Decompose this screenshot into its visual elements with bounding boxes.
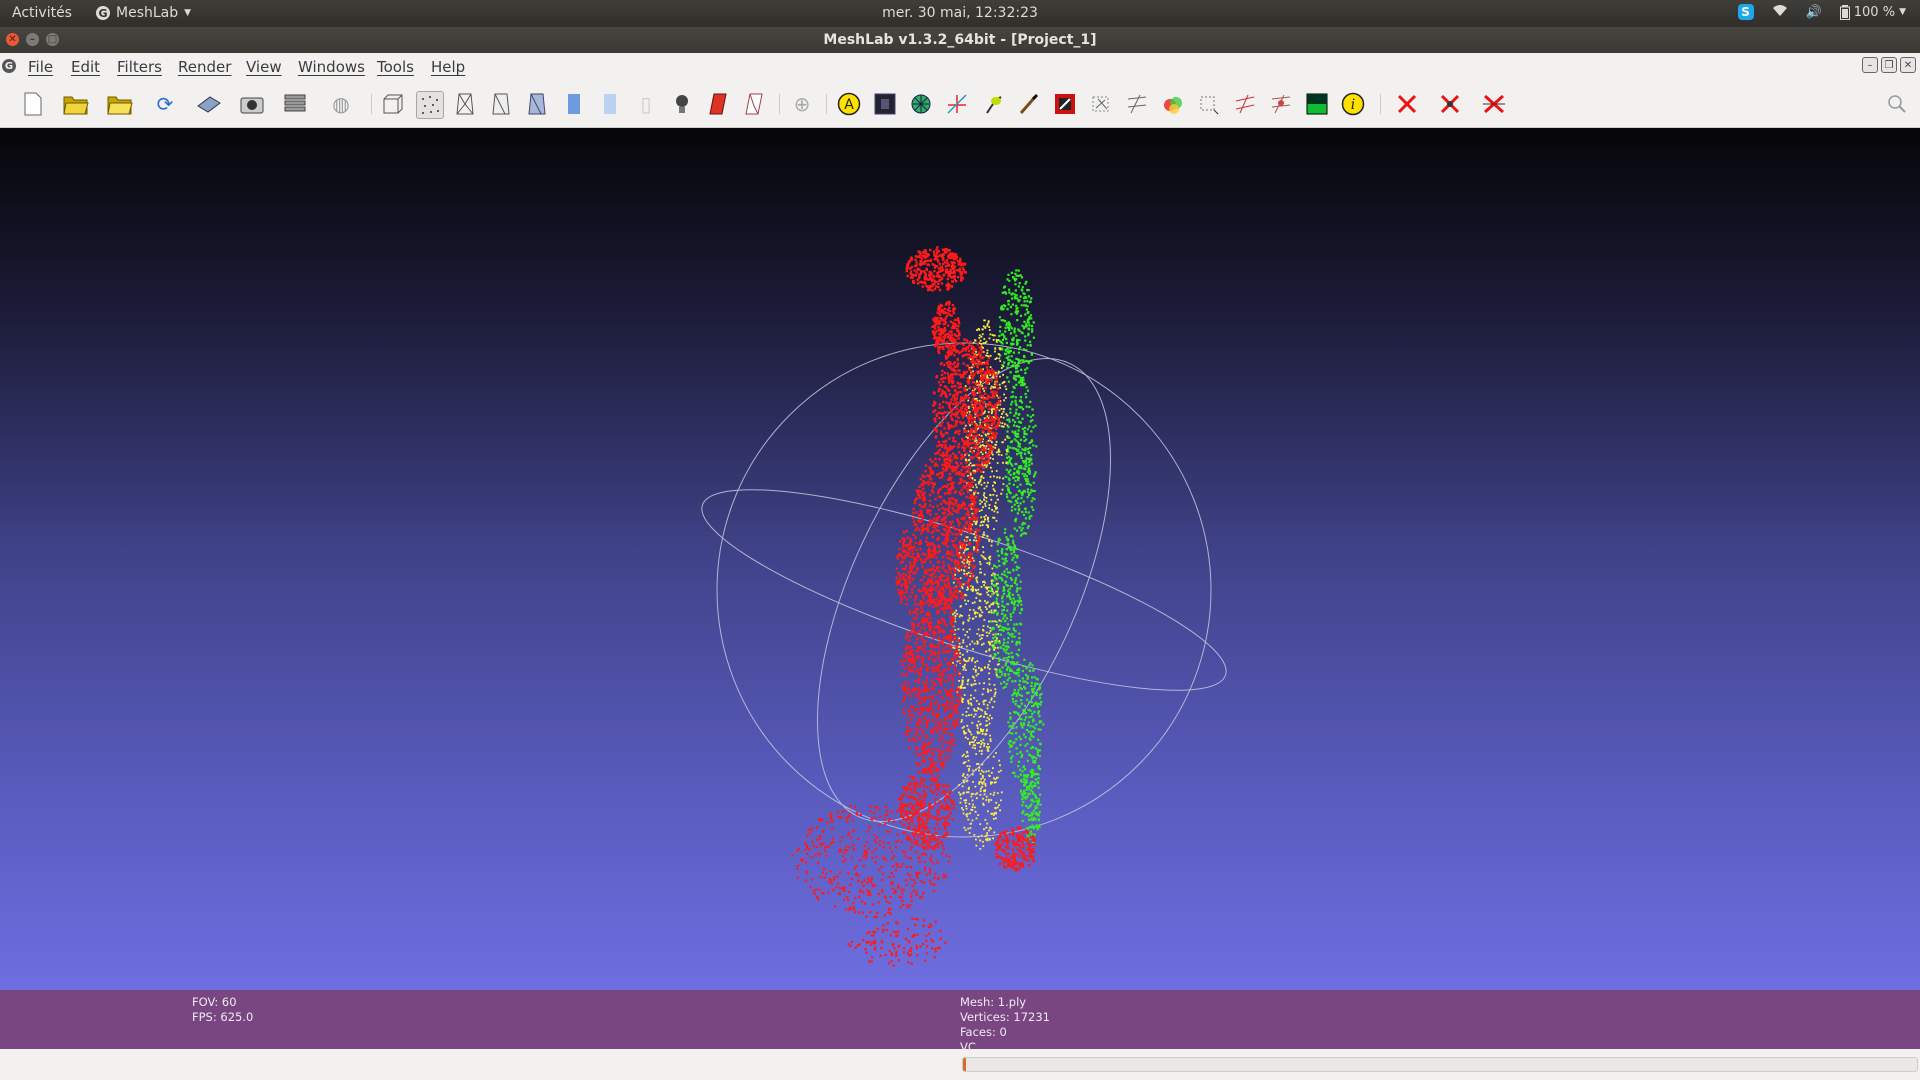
search-icon[interactable] [1884, 91, 1910, 117]
main-toolbar: ⟳ ◍ ▯ ⊕ A i [0, 80, 1920, 128]
minimize-window-button[interactable]: – [26, 33, 39, 46]
toolbar-separator [826, 94, 827, 114]
light-icon[interactable] [669, 91, 695, 117]
vc-label: VC [960, 1040, 976, 1049]
backface-icon[interactable] [741, 91, 767, 117]
menu-tools[interactable]: Tools [377, 58, 414, 76]
info-icon[interactable]: i [1340, 91, 1366, 117]
new-document-icon[interactable] [20, 91, 46, 117]
app-menu-label: MeshLab [116, 5, 179, 21]
fancy-lighting-icon[interactable] [705, 91, 731, 117]
meshlab-logo-icon: G [2, 59, 16, 73]
window-title-bar: ✕ – □ MeshLab v1.3.2_64bit - [Project_1] [0, 27, 1920, 53]
menu-bar: G File Edit Filters Render View Windows … [0, 53, 1920, 80]
menu-view[interactable]: View [246, 58, 282, 76]
app-menu[interactable]: G MeshLab ▼ [96, 5, 191, 21]
chevron-down-icon: ▼ [184, 8, 192, 18]
progress-bar-fill [963, 1058, 966, 1071]
menu-render[interactable]: Render [178, 58, 231, 76]
battery-label: 100 % [1853, 4, 1896, 20]
delete-faces-icon[interactable] [1394, 91, 1420, 117]
skype-icon[interactable]: S [1737, 4, 1754, 20]
flat-lines-icon[interactable] [524, 91, 550, 117]
chevron-down-icon: ▼ [1899, 7, 1906, 17]
menu-edit[interactable]: Edit [71, 58, 100, 76]
hidden-lines-icon[interactable] [488, 91, 514, 117]
toolbar-separator [371, 94, 372, 114]
align-icon[interactable] [1196, 91, 1222, 117]
save-icon[interactable] [196, 91, 222, 117]
3d-viewport[interactable] [0, 128, 1920, 990]
system-top-bar: Activités G MeshLab ▼ mer. 30 mai, 12:32… [0, 0, 1920, 27]
open-project-icon[interactable] [63, 91, 89, 117]
point-cloud [791, 246, 1045, 967]
point-cloud-scene [701, 246, 1227, 967]
window-title: MeshLab v1.3.2_64bit - [Project_1] [823, 32, 1097, 48]
toolbar-separator [779, 94, 780, 114]
points-icon[interactable] [416, 91, 444, 119]
clock[interactable]: mer. 30 mai, 12:32:23 [0, 5, 1920, 21]
pick-points-icon[interactable] [980, 91, 1006, 117]
fov-label: FOV: 60 [192, 995, 237, 1009]
measure-mesh-icon[interactable] [908, 91, 934, 117]
delete-all-icon[interactable] [1481, 91, 1507, 117]
globe-icon[interactable]: ◍ [328, 91, 354, 117]
close-window-button[interactable]: ✕ [6, 33, 19, 46]
battery-icon [1839, 4, 1850, 20]
raster-icon[interactable] [872, 91, 898, 117]
meshlab-app-icon: G [96, 6, 110, 20]
delete-vertices-icon[interactable] [1437, 91, 1463, 117]
svg-text:A: A [844, 97, 854, 113]
info-panel: FOV: 60 FPS: 625.0 Mesh: 1.ply Vertices:… [0, 990, 1920, 1049]
quality-icon[interactable] [1304, 91, 1330, 117]
texture-icon[interactable]: ▯ [633, 91, 659, 117]
reference-icon[interactable] [1268, 91, 1294, 117]
info-left: FOV: 60 FPS: 625.0 [192, 995, 253, 1025]
fps-label: FPS: 625.0 [192, 1010, 254, 1024]
snapshot-icon[interactable] [239, 91, 265, 117]
menu-file[interactable]: File [28, 58, 53, 76]
paint-icon[interactable] [1016, 91, 1042, 117]
faces-label: Faces: 0 [960, 1025, 1007, 1039]
menu-help[interactable]: Help [431, 58, 465, 76]
mdi-minimize-icon[interactable]: – [1862, 57, 1878, 73]
select-vertices-icon[interactable] [1088, 91, 1114, 117]
select-connected-icon[interactable] [1124, 91, 1150, 117]
toolbar-separator [1380, 94, 1381, 114]
flat-icon[interactable] [561, 91, 587, 117]
menu-windows[interactable]: Windows [298, 58, 365, 76]
texture-paint-icon[interactable] [1052, 91, 1078, 117]
progress-bar [962, 1057, 1918, 1072]
mdi-restore-icon[interactable]: ❐ [1881, 57, 1897, 73]
maximize-window-button[interactable]: □ [46, 33, 59, 46]
bounding-box-icon[interactable] [380, 91, 406, 117]
wireframe-icon[interactable] [452, 91, 478, 117]
reload-icon[interactable]: ⟳ [152, 91, 178, 117]
info-right: Mesh: 1.ply Vertices: 17231 Faces: 0 VC [960, 995, 1050, 1049]
mdi-controls: – ❐ ✕ [1862, 57, 1916, 73]
manipulate-icon[interactable] [1232, 91, 1258, 117]
wifi-icon[interactable] [1772, 3, 1788, 21]
status-bar [0, 1049, 1920, 1080]
trackball-icon[interactable]: ⊕ [789, 91, 815, 117]
svg-text:i: i [1351, 97, 1355, 113]
vertices-label: Vertices: 17231 [960, 1010, 1050, 1024]
volume-icon[interactable]: 🔊 [1806, 5, 1822, 20]
battery-menu[interactable]: 100 % ▼ [1839, 4, 1906, 20]
layers-icon[interactable] [282, 91, 308, 117]
open-folder-icon[interactable] [107, 91, 133, 117]
menu-filters[interactable]: Filters [117, 58, 162, 76]
mdi-close-icon[interactable]: ✕ [1900, 57, 1916, 73]
measure-tool-icon[interactable] [944, 91, 970, 117]
system-tray: S 🔊 100 % ▼ [1737, 3, 1906, 21]
activities-button[interactable]: Activités [12, 5, 72, 21]
smooth-icon[interactable] [597, 91, 623, 117]
mesh-name-label: Mesh: 1.ply [960, 995, 1027, 1009]
annotation-a-icon[interactable]: A [836, 91, 862, 117]
z-painting-icon[interactable] [1160, 91, 1186, 117]
